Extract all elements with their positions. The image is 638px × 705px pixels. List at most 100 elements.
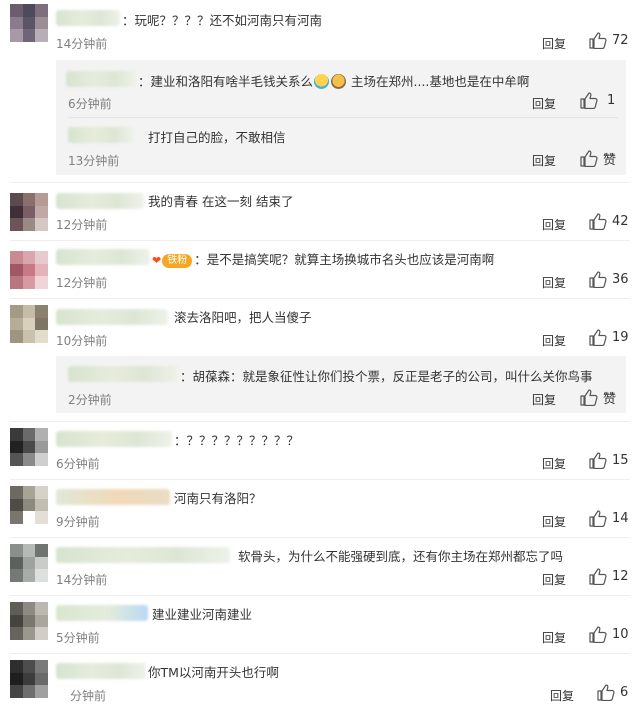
comment-text-part: ：是不是搞笑呢？就算主场换城市名头也应该是河南啊 bbox=[194, 252, 495, 267]
reply-button[interactable]: 回复 bbox=[542, 571, 566, 588]
comment-text: 河南只有洛阳？ bbox=[174, 491, 262, 506]
like-count: 6 bbox=[620, 685, 629, 700]
avatar[interactable] bbox=[10, 486, 48, 524]
like-count: 赞 bbox=[603, 153, 617, 168]
like-count: 19 bbox=[612, 330, 629, 345]
like-button[interactable]: 12 bbox=[589, 568, 629, 585]
comment-text: 你TM以河南开头也行啊 bbox=[148, 665, 279, 680]
comment: ：？？？？？？？？？ 6分钟前 回复 15 bbox=[0, 422, 638, 478]
reply-time: 6分钟前 bbox=[68, 97, 112, 111]
username[interactable] bbox=[56, 605, 148, 621]
username[interactable] bbox=[56, 663, 146, 679]
comment-text: ❤ 铁粉 ：是不是搞笑呢？就算主场换城市名头也应该是河南啊 bbox=[152, 249, 494, 268]
like-button[interactable]: 42 bbox=[589, 213, 629, 230]
username[interactable] bbox=[56, 10, 120, 26]
comment: 软骨头，为什么不能强硬到底，还有你主场在郑州都忘了吗 14分钟前 回复 12 bbox=[0, 538, 638, 595]
reply: 打打自己的脸，不敢相信 13分钟前 回复 赞 bbox=[0, 117, 638, 175]
reply-button[interactable]: 回复 bbox=[542, 513, 566, 530]
reply-text: ：建业和洛阳有啥半毛钱关系么 主场在郑州....基地也是在中牟啊 bbox=[138, 71, 529, 90]
reply-button[interactable]: 回复 bbox=[532, 152, 556, 169]
reply-button[interactable]: 回复 bbox=[542, 274, 566, 291]
like-count: 1 bbox=[607, 93, 616, 108]
username[interactable] bbox=[56, 309, 168, 325]
thumbs-up-icon bbox=[589, 568, 607, 585]
comment-time: 5分钟前 bbox=[56, 631, 100, 645]
username[interactable] bbox=[66, 71, 136, 87]
thumbs-up-icon bbox=[589, 213, 607, 230]
avatar[interactable] bbox=[10, 428, 48, 466]
like-count: 36 bbox=[612, 272, 629, 287]
avatar[interactable] bbox=[10, 4, 48, 42]
like-button[interactable]: 赞 bbox=[580, 388, 616, 407]
reply: ：胡葆森：就是象征性让你们投个票，反正是老子的公司，叫什么关你鸟事 2分钟前 回… bbox=[0, 356, 638, 413]
reply-time: 2分钟前 bbox=[68, 393, 112, 407]
comment-text: 我的青春 在这一刻 结束了 bbox=[148, 194, 294, 209]
reply-button[interactable]: 回复 bbox=[550, 687, 574, 704]
reply: ：建业和洛阳有啥半毛钱关系么 主场在郑州....基地也是在中牟啊 6分钟前 回复… bbox=[0, 60, 638, 117]
reply-button[interactable]: 回复 bbox=[542, 332, 566, 349]
comment: ：玩呢？？？？还不如河南只有河南 14分钟前 回复 72 bbox=[0, 0, 638, 55]
thumbs-up-icon bbox=[580, 389, 598, 406]
reply-text-part: ：建业和洛阳有啥半毛钱关系么 bbox=[138, 74, 314, 89]
reply-button[interactable]: 回复 bbox=[542, 455, 566, 472]
comment: 你TM以河南开头也行啊 分钟前 回复 6 bbox=[0, 654, 638, 705]
username[interactable] bbox=[68, 366, 178, 382]
thumbs-up-icon bbox=[589, 329, 607, 346]
thumbs-up-icon bbox=[597, 684, 615, 701]
thumbs-up-icon bbox=[589, 510, 607, 527]
reply-button[interactable]: 回复 bbox=[532, 391, 556, 408]
thumbs-up-icon bbox=[580, 92, 598, 109]
thumbs-up-icon bbox=[589, 271, 607, 288]
like-count: 12 bbox=[612, 569, 629, 584]
reply-button[interactable]: 回复 bbox=[542, 629, 566, 646]
comment-text: 滚去洛阳吧，把人当傻子 bbox=[174, 310, 312, 325]
heart-icon: ❤ bbox=[152, 254, 162, 267]
like-count: 42 bbox=[612, 214, 629, 229]
like-button[interactable]: 6 bbox=[597, 684, 628, 701]
like-button[interactable]: 15 bbox=[589, 452, 629, 469]
username[interactable] bbox=[56, 547, 230, 563]
comment-text: ：？？？？？？？？？ bbox=[174, 433, 300, 448]
monkey-emoji-icon bbox=[331, 74, 347, 89]
username[interactable] bbox=[68, 127, 134, 143]
like-count: 15 bbox=[612, 453, 629, 468]
avatar[interactable] bbox=[10, 544, 48, 582]
username[interactable] bbox=[56, 193, 144, 209]
comment: ❤ 铁粉 ：是不是搞笑呢？就算主场换城市名头也应该是河南啊 12分钟前 回复 36 bbox=[0, 241, 638, 297]
avatar[interactable] bbox=[10, 602, 48, 640]
like-button[interactable]: 10 bbox=[589, 626, 629, 643]
comment-text: ：玩呢？？？？还不如河南只有河南 bbox=[122, 13, 323, 28]
username[interactable] bbox=[56, 249, 150, 265]
avatar[interactable] bbox=[10, 251, 48, 289]
reply-text: ：胡葆森：就是象征性让你们投个票，反正是老子的公司，叫什么关你鸟事 bbox=[180, 369, 593, 384]
fan-badge[interactable]: 铁粉 bbox=[162, 254, 193, 268]
avatar[interactable] bbox=[10, 305, 48, 343]
thumbs-up-icon bbox=[589, 32, 607, 49]
comment-time: 9分钟前 bbox=[56, 515, 100, 529]
doge-emoji-icon bbox=[314, 74, 330, 89]
username[interactable] bbox=[56, 431, 172, 447]
username[interactable] bbox=[56, 489, 170, 505]
like-button[interactable]: 1 bbox=[580, 92, 615, 109]
comment-time: 12分钟前 bbox=[56, 276, 108, 290]
like-button[interactable]: 19 bbox=[589, 329, 629, 346]
thumbs-up-icon bbox=[589, 452, 607, 469]
comment-time: 10分钟前 bbox=[56, 334, 108, 348]
comment-time: 14分钟前 bbox=[56, 37, 108, 51]
reply-button[interactable]: 回复 bbox=[532, 95, 556, 112]
like-count: 赞 bbox=[603, 392, 617, 407]
like-button[interactable]: 赞 bbox=[580, 149, 616, 168]
comment-time: 12分钟前 bbox=[56, 218, 108, 232]
reply-time: 13分钟前 bbox=[68, 154, 120, 168]
reply-text: 打打自己的脸，不敢相信 bbox=[148, 130, 286, 145]
comment: 我的青春 在这一刻 结束了 12分钟前 回复 42 bbox=[0, 183, 638, 240]
avatar[interactable] bbox=[10, 193, 48, 231]
reply-button[interactable]: 回复 bbox=[542, 35, 566, 52]
like-button[interactable]: 72 bbox=[589, 32, 629, 49]
avatar[interactable] bbox=[10, 660, 48, 698]
like-button[interactable]: 14 bbox=[589, 510, 629, 527]
like-button[interactable]: 36 bbox=[589, 271, 629, 288]
reply-button[interactable]: 回复 bbox=[542, 216, 566, 233]
like-count: 10 bbox=[612, 627, 629, 642]
comment-text: 建业建业河南建业 bbox=[152, 607, 253, 622]
